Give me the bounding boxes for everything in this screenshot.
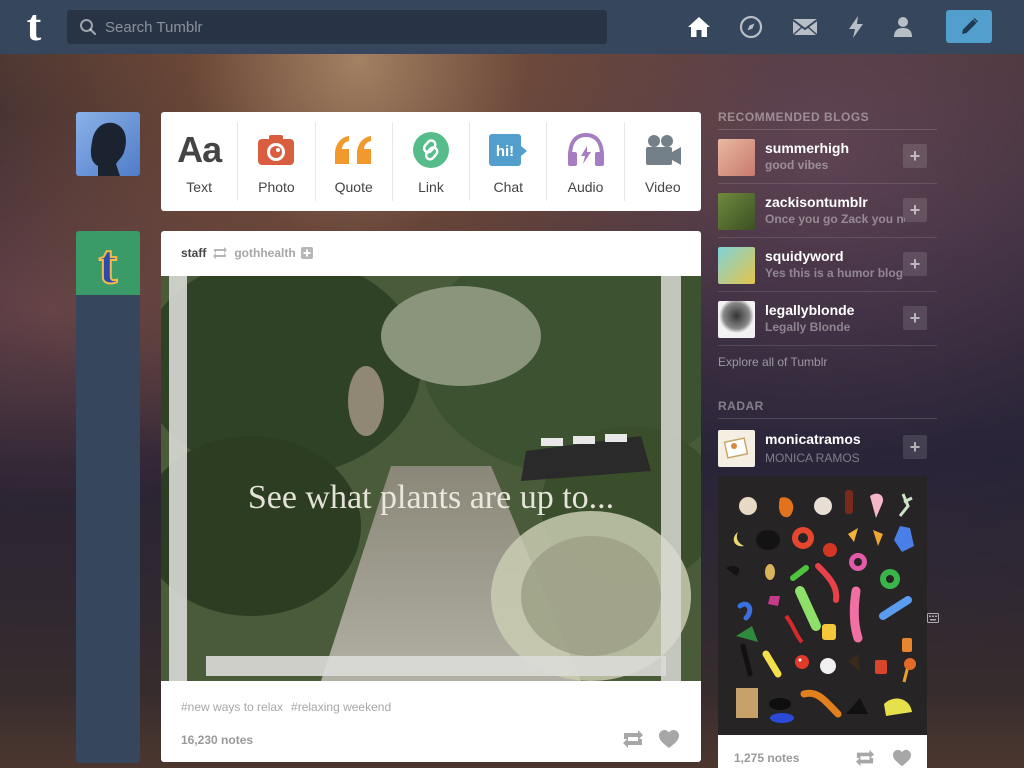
blog-description: Once you go Zack you never go back: [765, 212, 905, 226]
reblogged-from-link[interactable]: gothhealth: [234, 246, 295, 260]
compose-button[interactable]: [946, 10, 992, 43]
blog-name[interactable]: squidyword: [765, 248, 844, 264]
like-heart-icon[interactable]: [658, 729, 682, 749]
reblog-icon[interactable]: [621, 729, 645, 749]
blog-avatar[interactable]: [718, 193, 755, 230]
recommended-blog-item[interactable]: summerhigh good vibes +: [718, 130, 937, 184]
post-type-chat[interactable]: hi! Chat: [470, 122, 548, 201]
reblog-icon[interactable]: [854, 749, 876, 767]
camera-icon: [253, 129, 299, 171]
blog-avatar[interactable]: [718, 247, 755, 284]
follow-button[interactable]: +: [903, 198, 927, 222]
pencil-icon: [962, 17, 978, 34]
reblog-small-icon: [213, 247, 228, 259]
search-box[interactable]: [67, 10, 607, 44]
follow-button[interactable]: +: [903, 306, 927, 330]
quote-icon: [331, 129, 377, 171]
sidebar-divider: [718, 418, 937, 419]
blog-description: MONICA RAMOS: [765, 451, 860, 465]
top-navigation-bar: t: [0, 0, 1024, 54]
tag-link[interactable]: #new ways to relax: [181, 700, 283, 714]
blog-avatar[interactable]: [718, 301, 755, 338]
keyboard-shortcuts-icon[interactable]: [927, 613, 939, 623]
follow-button[interactable]: +: [903, 144, 927, 168]
post-type-video[interactable]: Video: [625, 122, 701, 201]
headphones-icon: [563, 129, 609, 171]
follow-button[interactable]: +: [903, 252, 927, 276]
blog-name[interactable]: summerhigh: [765, 140, 849, 156]
post-author-link[interactable]: staff: [181, 246, 206, 260]
post-type-label: Audio: [567, 178, 604, 195]
post-type-text[interactable]: Aa Text: [161, 122, 239, 201]
explore-all-link[interactable]: Explore all of Tumblr: [718, 355, 827, 369]
blog-name[interactable]: monicatramos: [765, 431, 861, 447]
recommended-blog-item[interactable]: zackisontumblr Once you go Zack you neve…: [718, 184, 937, 238]
post-type-quote[interactable]: Quote: [316, 122, 393, 201]
staff-avatar[interactable]: t: [76, 231, 140, 295]
blog-description: Yes this is a humor blog: [765, 266, 904, 280]
blog-description: good vibes: [765, 158, 829, 172]
svg-text:t: t: [99, 234, 118, 295]
follow-button[interactable]: +: [903, 435, 927, 459]
post-type-photo[interactable]: Photo: [238, 122, 316, 201]
dashboard-post: staff gothhealth See what plants are up …: [161, 231, 701, 762]
tag-link[interactable]: #relaxing weekend: [291, 700, 391, 714]
like-heart-icon[interactable]: [892, 749, 912, 767]
recommended-blogs-title: RECOMMENDED BLOGS: [718, 110, 870, 124]
post-type-bar: Aa Text Photo Quote Link hi! Chat Audio: [161, 112, 701, 211]
tumblr-logo[interactable]: t: [14, 4, 54, 48]
text-icon: Aa: [177, 128, 222, 170]
chat-icon: hi!: [485, 129, 531, 171]
blog-avatar[interactable]: [718, 430, 755, 467]
post-author-bar: [76, 295, 140, 763]
account-icon[interactable]: [890, 14, 916, 40]
recommended-blog-item[interactable]: legallyblonde Legally Blonde +: [718, 292, 937, 346]
recommended-blog-item[interactable]: squidyword Yes this is a humor blog +: [718, 238, 937, 292]
post-type-label: Chat: [493, 178, 524, 195]
post-notes-count[interactable]: 16,230 notes: [181, 733, 253, 747]
post-header: staff gothhealth: [181, 246, 313, 260]
blog-name[interactable]: zackisontumblr: [765, 194, 868, 210]
blog-name[interactable]: legallyblonde: [765, 302, 854, 318]
post-type-label: Quote: [334, 178, 373, 195]
post-photo[interactable]: See what plants are up to...: [161, 276, 701, 681]
post-type-audio[interactable]: Audio: [547, 122, 625, 201]
inbox-icon[interactable]: [792, 14, 818, 40]
follow-plus-icon[interactable]: [300, 247, 313, 259]
blog-description: Legally Blonde: [765, 320, 851, 334]
video-icon: [640, 129, 686, 171]
radar-notes-count[interactable]: 1,275 notes: [734, 751, 799, 765]
photo-caption-text: See what plants are up to...: [248, 479, 614, 516]
search-input[interactable]: [105, 18, 585, 36]
radar-post-footer: 1,275 notes: [718, 735, 927, 768]
post-type-label: Link: [418, 178, 444, 195]
blog-avatar[interactable]: [718, 139, 755, 176]
home-icon[interactable]: [686, 14, 712, 40]
post-type-label: Video: [645, 178, 681, 195]
post-type-link[interactable]: Link: [393, 122, 471, 201]
radar-post-image[interactable]: [718, 476, 927, 735]
link-icon: [408, 129, 454, 171]
search-icon: [80, 19, 97, 36]
post-tags: #new ways to relax #relaxing weekend: [181, 700, 399, 714]
user-avatar[interactable]: [76, 112, 140, 176]
radar-title: RADAR: [718, 399, 764, 413]
radar-blog-header[interactable]: monicatramos MONICA RAMOS +: [718, 426, 937, 470]
activity-icon[interactable]: [843, 14, 869, 40]
post-type-label: Photo: [258, 178, 295, 195]
explore-icon[interactable]: [738, 14, 764, 40]
post-type-label: Text: [186, 178, 212, 195]
svg-text:hi!: hi!: [496, 143, 514, 160]
